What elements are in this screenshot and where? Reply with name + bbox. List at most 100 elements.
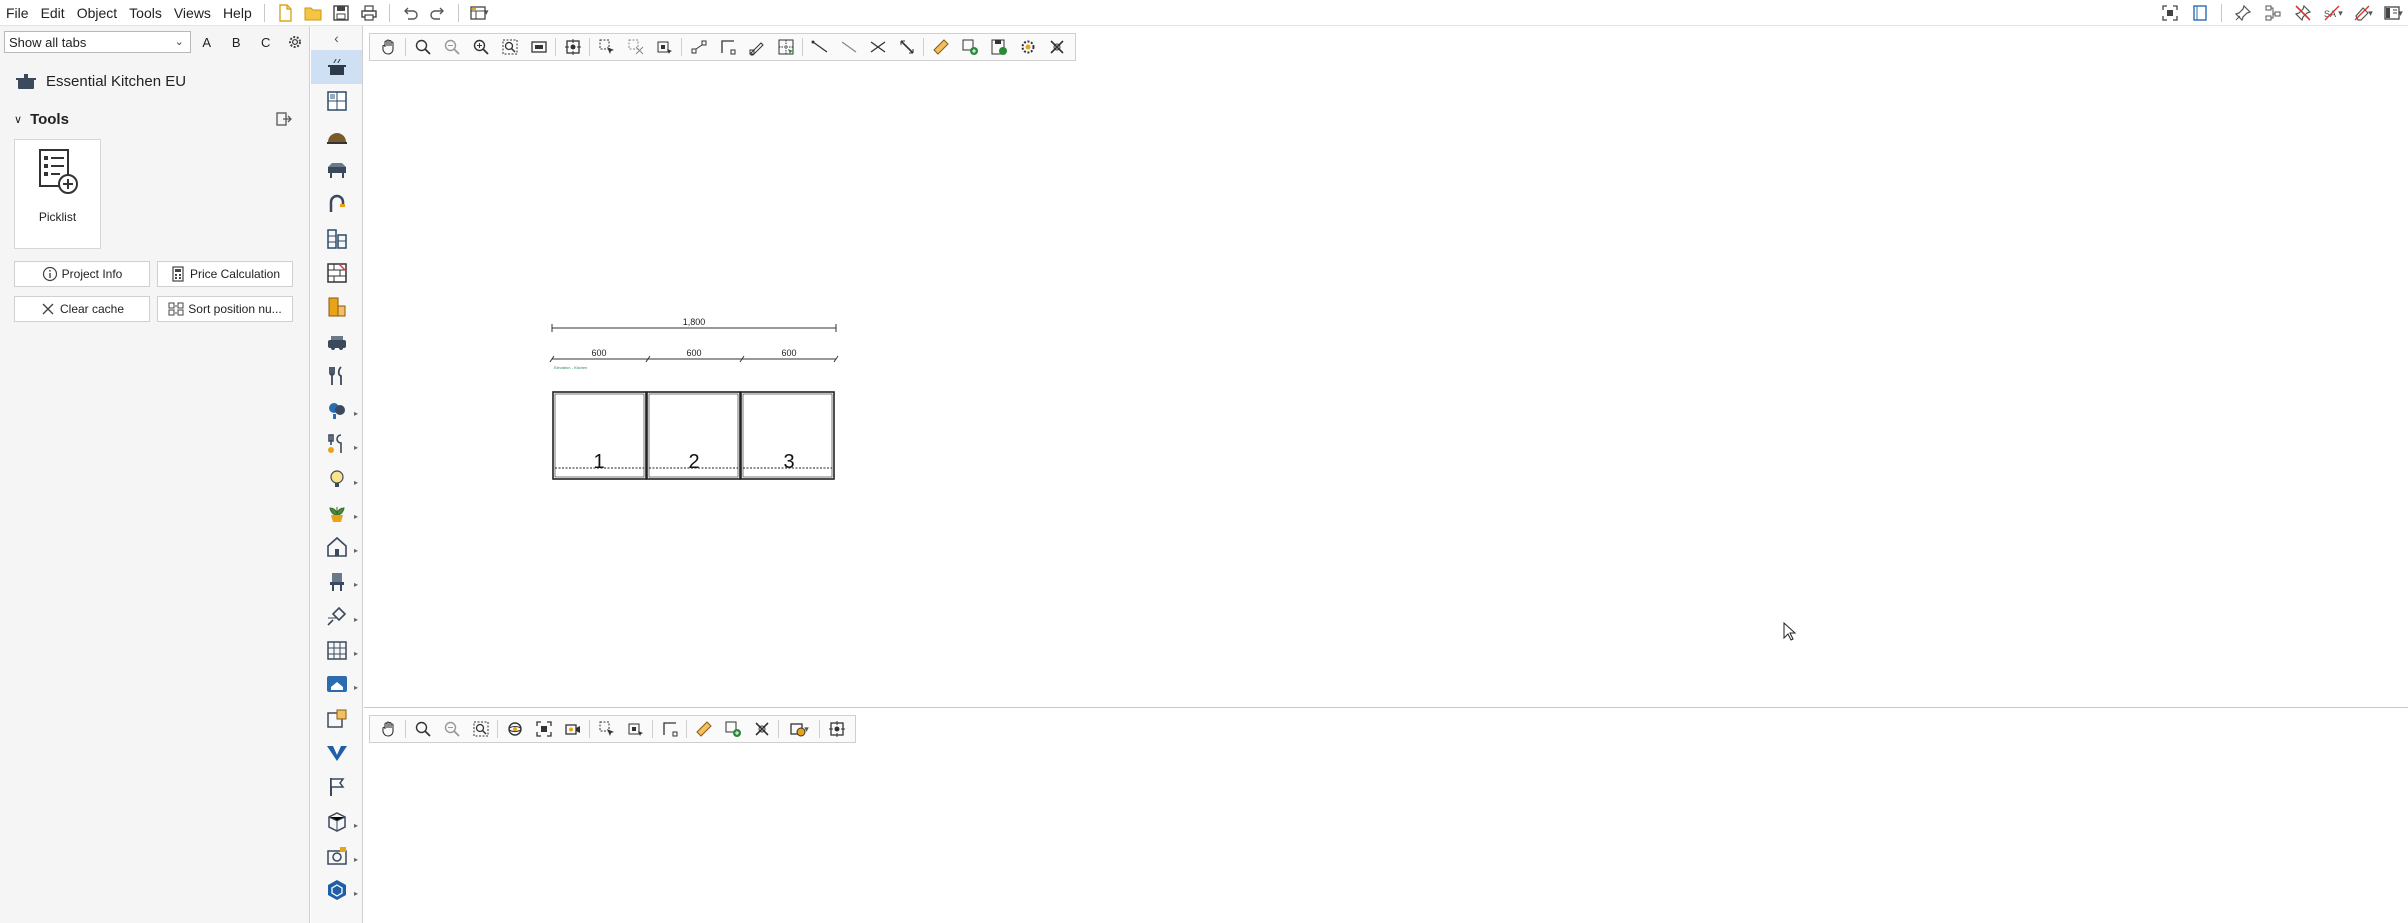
zoom-button[interactable]	[408, 716, 437, 742]
text-style-dropdown[interactable]: SA ▾	[2318, 0, 2348, 26]
orbit-button[interactable]	[500, 716, 529, 742]
exit-icon[interactable]	[275, 110, 293, 128]
tools-section-header[interactable]: ∨ Tools	[0, 104, 309, 134]
redo-button[interactable]	[424, 0, 452, 26]
settings-button[interactable]	[281, 31, 309, 53]
snap-corner-button[interactable]	[655, 716, 684, 742]
cabinet-3[interactable]: 3	[740, 391, 835, 480]
bottom-view-canvas[interactable]: ▾	[364, 709, 2408, 923]
delete-view-button[interactable]	[747, 716, 776, 742]
new-file-button[interactable]	[271, 0, 299, 26]
pan-button[interactable]	[374, 716, 403, 742]
select-area-button[interactable]	[592, 34, 621, 60]
measure-button[interactable]	[689, 716, 718, 742]
undo-button[interactable]	[396, 0, 424, 26]
price-calculation-button[interactable]: Price Calculation	[157, 261, 293, 287]
collapse-panel-button[interactable]: ‹	[311, 26, 362, 50]
catalog-room-plan[interactable]: ▸	[311, 667, 362, 701]
catalog-lighting[interactable]: ▸	[311, 462, 362, 496]
pan-button[interactable]	[374, 34, 403, 60]
catalog-utensils[interactable]	[311, 359, 362, 393]
menu-edit[interactable]: Edit	[35, 0, 71, 26]
select-objects-button[interactable]	[650, 34, 679, 60]
camera-view-button[interactable]	[558, 716, 587, 742]
view-extents-button[interactable]	[524, 34, 553, 60]
project-info-button[interactable]: Project Info	[14, 261, 150, 287]
zoom-fit-button[interactable]	[495, 34, 524, 60]
catalog-camera[interactable]: ▸	[311, 839, 362, 873]
clear-cache-button[interactable]: Clear cache	[14, 296, 150, 322]
letter-b-button[interactable]: B	[222, 31, 250, 53]
render-dropdown-button[interactable]: ▾	[781, 716, 817, 742]
network-tool-button[interactable]	[2258, 0, 2288, 26]
center-view-button[interactable]	[822, 716, 851, 742]
select-objects-button[interactable]	[621, 716, 650, 742]
zoom-button[interactable]	[408, 34, 437, 60]
snap-grid-button[interactable]	[771, 34, 800, 60]
catalog-dome[interactable]	[311, 119, 362, 153]
picklist-tile[interactable]: Picklist	[14, 139, 101, 249]
catalog-chair[interactable]: ▸	[311, 564, 362, 598]
hide-dropdown[interactable]: ▾	[2348, 0, 2378, 26]
add-object-button[interactable]	[955, 34, 984, 60]
disable-tool-button[interactable]	[2288, 0, 2318, 26]
center-view-button[interactable]	[558, 34, 587, 60]
catalog-flag[interactable]	[311, 770, 362, 804]
tab-filter-select[interactable]: Show all tabs ⌄	[4, 31, 191, 53]
zoom-in-button[interactable]	[466, 34, 495, 60]
menu-file[interactable]: File	[0, 0, 35, 26]
catalog-doors[interactable]	[311, 290, 362, 324]
letter-c-button[interactable]: C	[252, 31, 280, 53]
cabinet-1[interactable]: 1	[552, 391, 647, 480]
save-view-button[interactable]	[984, 34, 1013, 60]
menu-tools[interactable]: Tools	[123, 0, 168, 26]
top-view-canvas[interactable]: 1,800 600 600 600 Elevation - Kitchen 1 …	[364, 26, 2408, 708]
perpendicular-tool-button[interactable]	[834, 34, 863, 60]
pin-tool-button[interactable]	[2228, 0, 2258, 26]
print-button[interactable]	[355, 0, 383, 26]
letter-a-button[interactable]: A	[193, 31, 221, 53]
zoom-fit-button[interactable]	[466, 716, 495, 742]
catalog-plumbing[interactable]: ▸	[311, 393, 362, 427]
menu-help[interactable]: Help	[217, 0, 258, 26]
catalog-house[interactable]: ▸	[311, 530, 362, 564]
line-tool-button[interactable]	[805, 34, 834, 60]
save-button[interactable]	[327, 0, 355, 26]
sort-position-button[interactable]: Sort position nu...	[157, 296, 293, 322]
snap-edit-button[interactable]	[742, 34, 771, 60]
book-button[interactable]	[2185, 0, 2215, 26]
fit-all-button[interactable]	[529, 716, 558, 742]
catalog-import[interactable]	[311, 702, 362, 736]
catalog-sketchup[interactable]: ▸	[311, 873, 362, 907]
add-object-button[interactable]	[718, 716, 747, 742]
delete-view-button[interactable]	[1042, 34, 1071, 60]
catalog-plants[interactable]: ▸	[311, 496, 362, 530]
snap-points-button[interactable]	[684, 34, 713, 60]
measure-button[interactable]	[926, 34, 955, 60]
menu-views[interactable]: Views	[168, 0, 217, 26]
select-area-button[interactable]	[592, 716, 621, 742]
select-cross-button[interactable]	[621, 34, 650, 60]
open-folder-button[interactable]	[299, 0, 327, 26]
zoom-out-button[interactable]	[437, 716, 466, 742]
layout-dropdown-button[interactable]: ▾	[465, 0, 493, 26]
settings-view-button[interactable]	[1013, 34, 1042, 60]
catalog-worktop[interactable]	[311, 153, 362, 187]
catalog-electrical[interactable]: ▸	[311, 599, 362, 633]
zoom-out-button[interactable]	[437, 34, 466, 60]
fit-screen-button[interactable]	[2155, 0, 2185, 26]
cabinet-2[interactable]: 2	[646, 391, 741, 480]
catalog-kitchen[interactable]	[311, 50, 362, 85]
snap-corner-button[interactable]	[713, 34, 742, 60]
intersect-tool-button[interactable]	[863, 34, 892, 60]
catalog-building[interactable]: ▸	[311, 633, 362, 667]
catalog-faucet[interactable]	[311, 187, 362, 221]
catalog-wall[interactable]	[311, 256, 362, 290]
diagonal-tool-button[interactable]	[892, 34, 921, 60]
catalog-appliance[interactable]	[311, 324, 362, 358]
panel-layout-dropdown[interactable]: ▾	[2378, 0, 2408, 26]
menu-object[interactable]: Object	[71, 0, 123, 26]
catalog-3d-objects[interactable]: ▸	[311, 805, 362, 839]
catalog-brand[interactable]	[311, 736, 362, 770]
catalog-tools[interactable]: ▸	[311, 427, 362, 461]
